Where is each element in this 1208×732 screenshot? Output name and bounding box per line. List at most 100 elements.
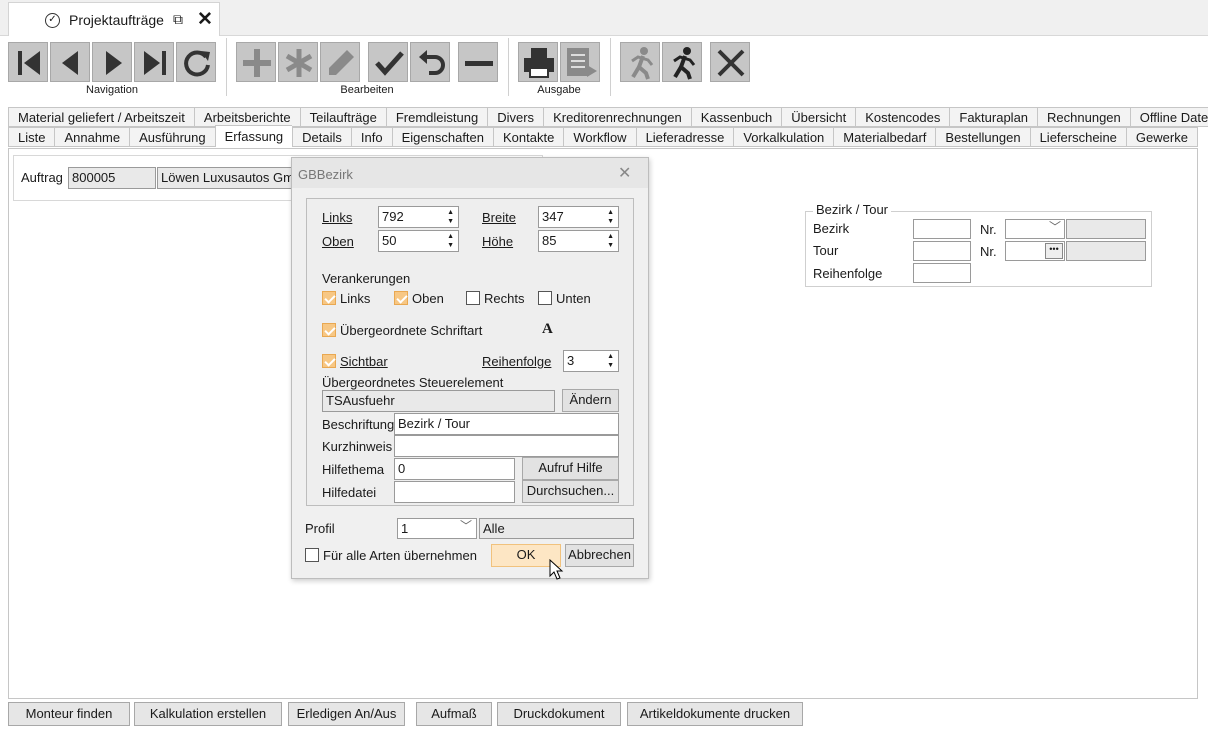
order-label: Auftrag bbox=[21, 170, 63, 185]
first-record-button[interactable] bbox=[8, 42, 48, 82]
tab-5[interactable]: Info bbox=[350, 127, 392, 147]
chevron-down-icon: ﹀ bbox=[1048, 220, 1061, 234]
tab-9[interactable]: Lieferadresse bbox=[635, 127, 734, 147]
tab-1[interactable]: Arbeitsberichte bbox=[193, 107, 300, 127]
edit-group-label: Bearbeiten bbox=[340, 84, 394, 96]
tab-11[interactable]: Materialbedarf bbox=[833, 127, 936, 147]
tab-5[interactable]: Kreditorenrechnungen bbox=[543, 107, 691, 127]
run-gray-button[interactable] bbox=[620, 42, 660, 82]
tab-10[interactable]: Vorkalkulation bbox=[733, 127, 834, 147]
tab-9[interactable]: Fakturaplan bbox=[949, 107, 1038, 127]
hoehe-spinner[interactable]: 85 ▲ ▼ bbox=[538, 230, 619, 252]
external-window-icon[interactable]: ⧉ bbox=[173, 11, 183, 28]
tab-3[interactable]: Erfassung bbox=[214, 125, 293, 147]
bottom-button-4[interactable]: Druckdokument bbox=[497, 702, 621, 726]
tab-row-2: Liste Annahme Ausführung Erfassung Details In… bbox=[8, 125, 1198, 147]
anchor-0-checkbox[interactable] bbox=[322, 291, 336, 305]
bottom-button-2[interactable]: Erledigen An/Aus bbox=[288, 702, 405, 726]
undo-button[interactable] bbox=[410, 42, 450, 82]
cancel-button[interactable]: Abbrechen bbox=[565, 544, 634, 567]
tab-3[interactable]: Fremdleistung bbox=[385, 107, 488, 127]
tab-8[interactable]: Workflow bbox=[563, 127, 636, 147]
tab-2[interactable]: Ausführung bbox=[129, 127, 215, 147]
tour-nr-label: Nr. bbox=[980, 244, 997, 259]
spinner-arrows-icon[interactable]: ▲ ▼ bbox=[607, 352, 614, 370]
bezirk-tour-title: Bezirk / Tour bbox=[813, 202, 892, 217]
tab-11[interactable]: Offline Daten bbox=[1129, 107, 1208, 127]
bezirk-field[interactable] bbox=[913, 219, 971, 239]
bottom-button-5[interactable]: Artikeldokumente drucken bbox=[627, 702, 803, 726]
run-button[interactable] bbox=[662, 42, 702, 82]
profil-label: Profil bbox=[305, 521, 335, 536]
tab-7[interactable]: Übersicht bbox=[781, 107, 856, 127]
parent-control-field: TSAusfuehr bbox=[322, 390, 555, 412]
links-spinner[interactable]: 792 ▲ ▼ bbox=[378, 206, 459, 228]
spinner-arrows-icon[interactable]: ▲ ▼ bbox=[447, 208, 454, 226]
bottom-button-0[interactable]: Monteur finden bbox=[8, 702, 130, 726]
tab-8[interactable]: Kostencodes bbox=[855, 107, 950, 127]
tab-1[interactable]: Annahme bbox=[54, 127, 130, 147]
dialog-titlebar: GBBezirk ✕ bbox=[292, 158, 648, 188]
tab-12[interactable]: Bestellungen bbox=[935, 127, 1030, 147]
document-tab[interactable]: ✓ Projektaufträge ⧉ ✕ bbox=[8, 2, 220, 36]
tour-label: Tour bbox=[813, 243, 839, 258]
next-record-button[interactable] bbox=[92, 42, 132, 82]
ellipsis-button-icon[interactable]: ••• bbox=[1045, 243, 1063, 259]
bezirk-name-field bbox=[1066, 219, 1146, 239]
report-list-button[interactable] bbox=[560, 42, 600, 82]
breite-spinner[interactable]: 347 ▲ ▼ bbox=[538, 206, 619, 228]
sichtbar-checkbox[interactable] bbox=[322, 354, 336, 368]
dialog-close-icon[interactable]: ✕ bbox=[618, 163, 631, 183]
spinner-arrows-icon[interactable]: ▲ ▼ bbox=[607, 208, 614, 226]
tab-6[interactable]: Kassenbuch bbox=[690, 107, 782, 127]
order-number-field[interactable]: 800005 bbox=[68, 167, 156, 189]
anchor-3-checkbox[interactable] bbox=[538, 291, 552, 305]
tab-0[interactable]: Material geliefert / Arbeitszeit bbox=[8, 107, 194, 127]
close-icon[interactable]: ✕ bbox=[197, 8, 213, 31]
tour-nr-field[interactable]: ••• bbox=[1005, 241, 1065, 261]
order-customer-field[interactable]: Löwen Luxusautos Gm bbox=[157, 167, 297, 189]
profil-dropdown[interactable]: 1 ﹀ bbox=[397, 518, 477, 539]
tour-field[interactable] bbox=[913, 241, 971, 261]
tab-6[interactable]: Eigenschaften bbox=[391, 127, 494, 147]
bottom-button-3[interactable]: Aufmaß bbox=[416, 702, 492, 726]
kurzhinweis-field[interactable] bbox=[394, 435, 619, 457]
print-button[interactable] bbox=[518, 42, 558, 82]
reihenfolge-field[interactable] bbox=[913, 263, 971, 283]
tab-14[interactable]: Gewerke bbox=[1125, 127, 1198, 147]
tab-10[interactable]: Rechnungen bbox=[1037, 107, 1130, 127]
add-button[interactable] bbox=[236, 42, 276, 82]
previous-record-button[interactable] bbox=[50, 42, 90, 82]
apply-all-checkbox[interactable] bbox=[305, 548, 319, 562]
tab-0[interactable]: Liste bbox=[8, 127, 55, 147]
hilfethema-field[interactable]: 0 bbox=[394, 458, 515, 480]
refresh-button[interactable] bbox=[176, 42, 216, 82]
tab-4[interactable]: Details bbox=[292, 127, 351, 147]
beschriftung-label: Beschriftung bbox=[322, 417, 395, 432]
anchor-1-checkbox[interactable] bbox=[394, 291, 408, 305]
bottom-button-1[interactable]: Kalkulation erstellen bbox=[134, 702, 282, 726]
edit-pencil-button[interactable] bbox=[320, 42, 360, 82]
parent-font-checkbox[interactable] bbox=[322, 323, 336, 337]
tab-2[interactable]: Teilaufträge bbox=[299, 107, 386, 127]
tab-13[interactable]: Lieferscheine bbox=[1029, 127, 1126, 147]
delete-minus-button[interactable] bbox=[458, 42, 498, 82]
durchsuchen-button[interactable]: Durchsuchen... bbox=[522, 480, 619, 503]
close-x-button[interactable] bbox=[710, 42, 750, 82]
hilfedatei-field[interactable] bbox=[394, 481, 515, 503]
font-icon[interactable]: A bbox=[542, 321, 553, 338]
beschriftung-field[interactable]: Bezirk / Tour bbox=[394, 413, 619, 435]
aufruf-hilfe-button[interactable]: Aufruf Hilfe bbox=[522, 457, 619, 480]
spinner-arrows-icon[interactable]: ▲ ▼ bbox=[447, 232, 454, 250]
last-record-button[interactable] bbox=[134, 42, 174, 82]
asterisk-button[interactable] bbox=[278, 42, 318, 82]
spinner-arrows-icon[interactable]: ▲ ▼ bbox=[607, 232, 614, 250]
tab-4[interactable]: Divers bbox=[487, 107, 544, 127]
anchor-2-checkbox[interactable] bbox=[466, 291, 480, 305]
oben-spinner[interactable]: 50 ▲ ▼ bbox=[378, 230, 459, 252]
save-check-button[interactable] bbox=[368, 42, 408, 82]
change-button[interactable]: Ändern bbox=[562, 389, 619, 412]
tab-7[interactable]: Kontakte bbox=[493, 127, 564, 147]
reihenfolge-spinner[interactable]: 3 ▲ ▼ bbox=[563, 350, 619, 372]
bezirk-nr-dropdown[interactable]: ﹀ bbox=[1005, 219, 1065, 239]
